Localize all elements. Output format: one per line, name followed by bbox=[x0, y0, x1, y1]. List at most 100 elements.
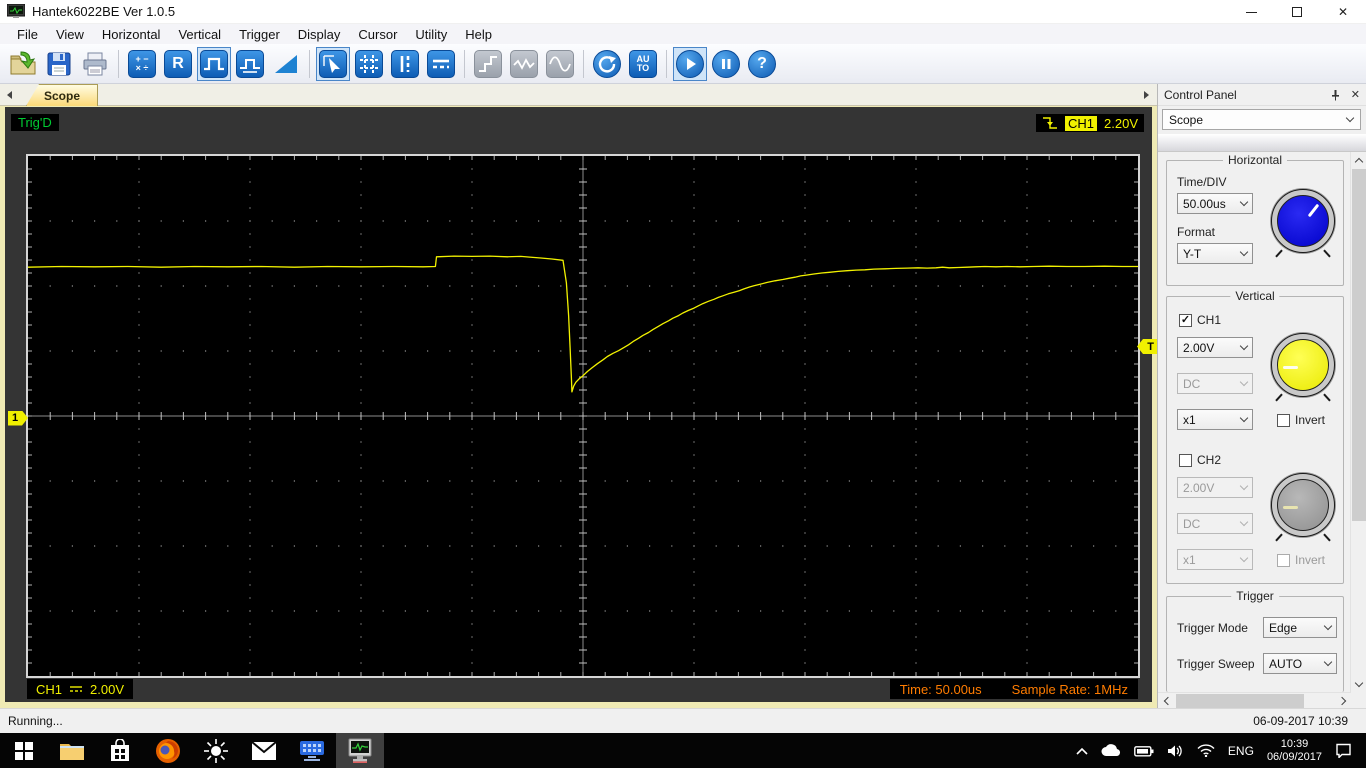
ch1-checkbox[interactable]: ✓ CH1 bbox=[1179, 313, 1221, 327]
minimize-icon bbox=[1245, 11, 1257, 13]
refresh-button[interactable] bbox=[590, 47, 624, 81]
pause-button[interactable] bbox=[709, 47, 743, 81]
taskbar-hantek-app[interactable] bbox=[336, 733, 384, 768]
start-button[interactable] bbox=[0, 733, 48, 768]
control-panel-header: Control Panel ✕ bbox=[1158, 84, 1366, 106]
trigger-mode-select[interactable]: Edge bbox=[1263, 617, 1337, 638]
horizontal-cursor-button[interactable] bbox=[424, 47, 458, 81]
taskbar-store[interactable] bbox=[96, 733, 144, 768]
trigger-sweep-label: Trigger Sweep bbox=[1177, 657, 1255, 671]
floppy-icon bbox=[47, 52, 71, 75]
timebase-readout: Time: 50.00us Sample Rate: 1MHz bbox=[889, 679, 1138, 699]
ch1-volts-select[interactable]: 2.00V bbox=[1177, 337, 1253, 358]
timediv-select[interactable]: 50.00us bbox=[1177, 193, 1253, 214]
menu-display[interactable]: Display bbox=[289, 25, 350, 44]
trigger-group: Trigger Trigger Mode Edge Trigger Sweep … bbox=[1166, 589, 1344, 692]
vertical-cursor-button[interactable] bbox=[388, 47, 422, 81]
menu-file[interactable]: File bbox=[8, 25, 47, 44]
maximize-button[interactable] bbox=[1274, 0, 1320, 24]
action-center-icon[interactable] bbox=[1335, 743, 1352, 758]
panel-selector-dropdown[interactable]: Scope bbox=[1162, 109, 1361, 130]
cursor-select-button[interactable] bbox=[316, 46, 350, 81]
menu-cursor[interactable]: Cursor bbox=[349, 25, 406, 44]
tab-scroll-left-button[interactable] bbox=[2, 87, 16, 103]
left-arrow-icon bbox=[6, 91, 12, 99]
ramp-button[interactable] bbox=[269, 47, 303, 81]
minimize-button[interactable] bbox=[1228, 0, 1274, 24]
panel-vertical-scrollbar[interactable] bbox=[1350, 152, 1366, 692]
trigger-sweep-select[interactable]: AUTO bbox=[1263, 653, 1337, 674]
taskbar-brightness[interactable] bbox=[192, 733, 240, 768]
trigger-level-marker[interactable]: T bbox=[1137, 339, 1157, 354]
ch2-checkbox[interactable]: CH2 bbox=[1179, 453, 1221, 467]
ch2-volts-select[interactable]: 2.00V bbox=[1177, 477, 1253, 498]
pin-icon[interactable] bbox=[1330, 89, 1341, 101]
digital-waveform-button[interactable] bbox=[233, 47, 267, 81]
sine-wave-button[interactable] bbox=[543, 47, 577, 81]
noise-wave-button[interactable] bbox=[507, 47, 541, 81]
mail-icon bbox=[251, 740, 277, 760]
open-button[interactable] bbox=[6, 47, 40, 81]
step-wave-button[interactable] bbox=[471, 47, 505, 81]
ch2-position-knob[interactable] bbox=[1271, 473, 1335, 542]
wifi-icon[interactable] bbox=[1197, 744, 1215, 757]
chevron-down-icon bbox=[1235, 478, 1252, 497]
horizontal-position-knob[interactable] bbox=[1271, 189, 1335, 258]
scroll-right-button[interactable] bbox=[1335, 693, 1351, 709]
tab-scope[interactable]: Scope bbox=[26, 84, 98, 106]
save-button[interactable] bbox=[42, 47, 76, 81]
close-button[interactable]: ✕ bbox=[1320, 0, 1366, 24]
menu-horizontal[interactable]: Horizontal bbox=[93, 25, 170, 44]
channel-waveform-button[interactable] bbox=[197, 46, 231, 81]
sun-icon bbox=[204, 738, 228, 763]
menu-utility[interactable]: Utility bbox=[406, 25, 456, 44]
volume-icon[interactable] bbox=[1167, 744, 1184, 758]
tray-expand-icon[interactable] bbox=[1076, 747, 1088, 755]
ch1-scale-readout: CH1 2.00V bbox=[27, 679, 133, 699]
taskbar-mail[interactable] bbox=[240, 733, 288, 768]
knob-indicator bbox=[1307, 203, 1320, 218]
timediv-label: Time/DIV bbox=[1177, 175, 1227, 189]
onedrive-icon[interactable] bbox=[1101, 744, 1121, 757]
taskbar-file-explorer[interactable] bbox=[48, 733, 96, 768]
battery-icon[interactable] bbox=[1134, 745, 1154, 757]
language-indicator[interactable]: ENG bbox=[1228, 744, 1254, 758]
taskbar-firefox[interactable] bbox=[144, 733, 192, 768]
scroll-up-button[interactable] bbox=[1351, 152, 1366, 168]
store-icon bbox=[111, 738, 129, 761]
start-button[interactable] bbox=[673, 46, 707, 81]
chevron-down-icon bbox=[1319, 654, 1336, 673]
taskbar-device-app[interactable] bbox=[288, 733, 336, 768]
tab-scroll-right-button[interactable] bbox=[1139, 87, 1153, 103]
menu-help[interactable]: Help bbox=[456, 25, 501, 44]
help-button[interactable]: ? bbox=[745, 47, 779, 81]
ch2-coupling-select[interactable]: DC bbox=[1177, 513, 1253, 534]
control-panel-close-icon[interactable]: ✕ bbox=[1351, 88, 1360, 101]
ch1-coupling-select[interactable]: DC bbox=[1177, 373, 1253, 394]
menu-vertical[interactable]: Vertical bbox=[169, 25, 230, 44]
maximize-icon bbox=[1292, 7, 1302, 17]
reference-button[interactable]: R bbox=[161, 47, 195, 81]
scroll-down-button[interactable] bbox=[1351, 676, 1366, 692]
math-button[interactable]: + − × ÷ bbox=[125, 47, 159, 81]
scroll-left-button[interactable] bbox=[1158, 693, 1174, 709]
horizontal-scroll-thumb[interactable] bbox=[1176, 694, 1304, 708]
panel-horizontal-scrollbar[interactable] bbox=[1158, 692, 1351, 708]
ch1-probe-select[interactable]: x1 bbox=[1177, 409, 1253, 430]
ch2-invert-checkbox[interactable]: Invert bbox=[1277, 553, 1325, 567]
system-tray: ENG 10:39 06/09/2017 bbox=[1076, 733, 1366, 768]
menu-trigger[interactable]: Trigger bbox=[230, 25, 289, 44]
chevron-down-icon bbox=[1235, 514, 1252, 533]
vertical-scroll-thumb[interactable] bbox=[1352, 169, 1366, 521]
ch1-invert-checkbox[interactable]: Invert bbox=[1277, 413, 1325, 427]
tray-clock[interactable]: 10:39 06/09/2017 bbox=[1267, 738, 1322, 764]
windows-logo-icon bbox=[15, 741, 33, 760]
autoset-button[interactable]: AU TO bbox=[626, 47, 660, 81]
ch2-probe-select[interactable]: x1 bbox=[1177, 549, 1253, 570]
format-select[interactable]: Y-T bbox=[1177, 243, 1253, 264]
menu-view[interactable]: View bbox=[47, 25, 93, 44]
grid-cursor-button[interactable] bbox=[352, 47, 386, 81]
ch1-position-knob[interactable] bbox=[1271, 333, 1335, 402]
ch1-position-marker[interactable]: 1 bbox=[8, 410, 28, 426]
print-button[interactable] bbox=[78, 47, 112, 81]
